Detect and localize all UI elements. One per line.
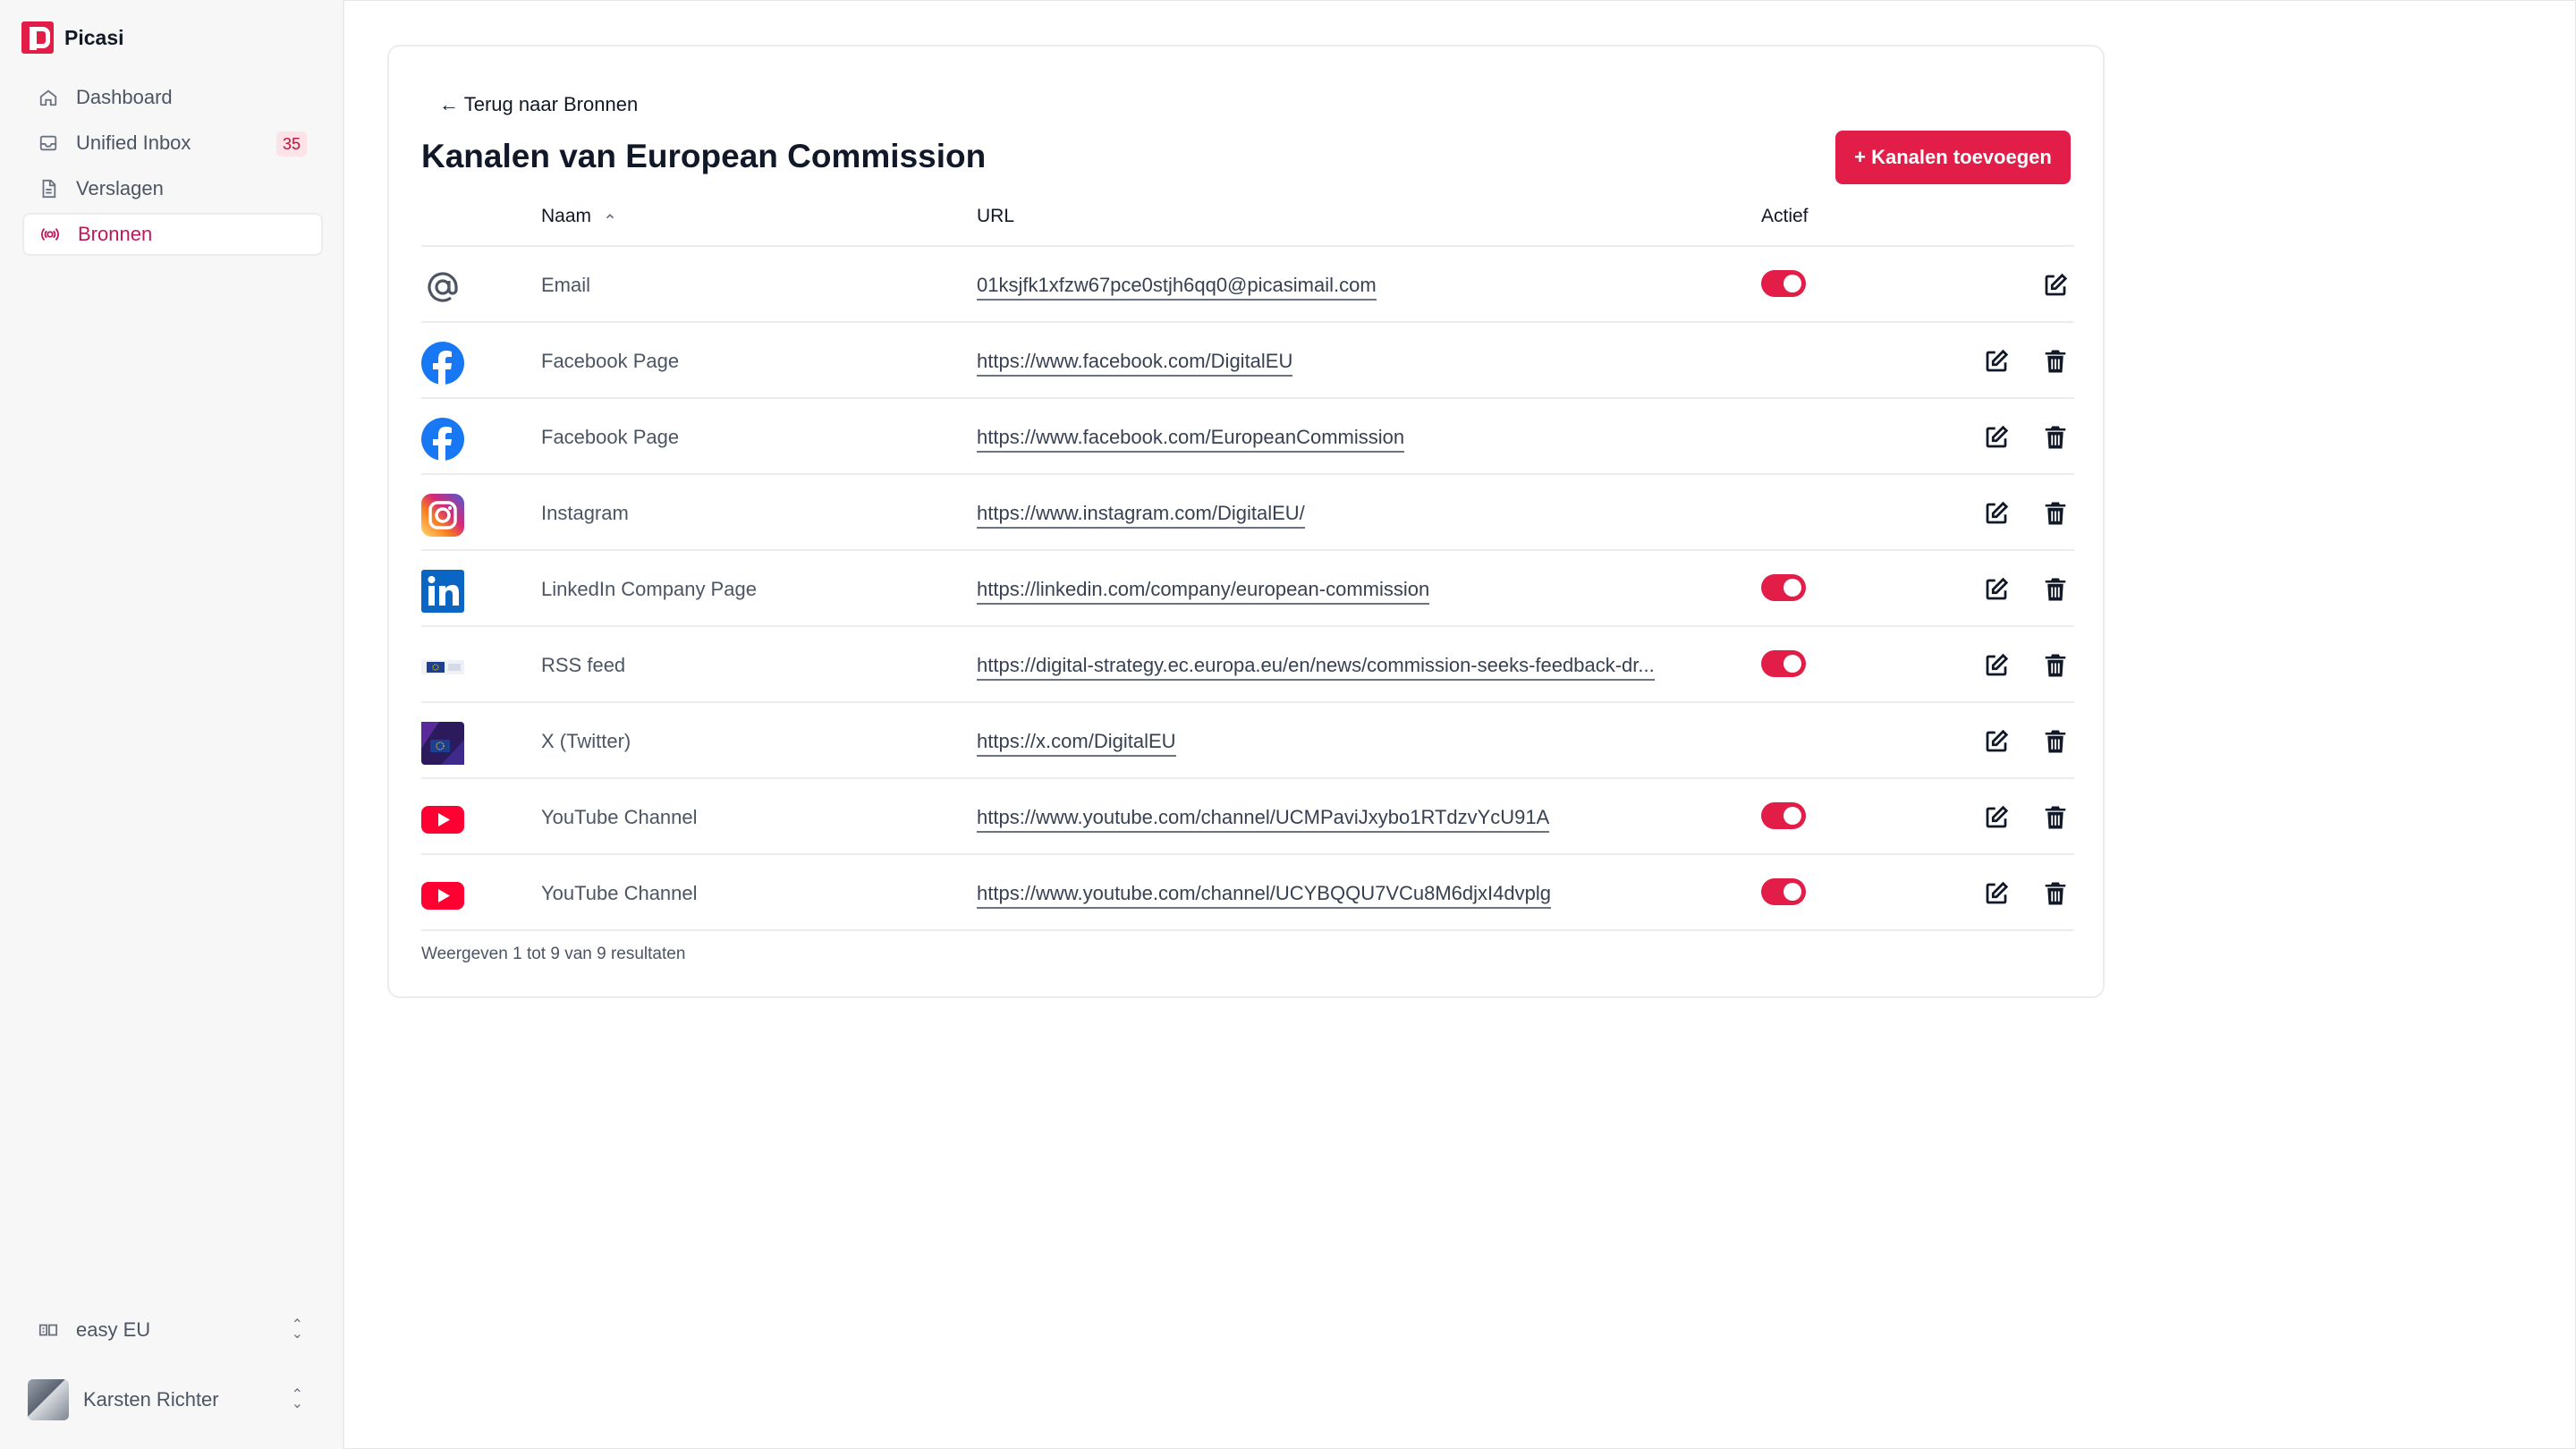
column-header-active: Actief	[1761, 206, 1809, 226]
edit-icon[interactable]	[1983, 652, 2010, 679]
table-row: Facebook Page https://www.facebook.com/D…	[421, 323, 2074, 399]
edit-icon[interactable]	[1983, 880, 2010, 907]
document-icon	[38, 179, 58, 199]
active-toggle[interactable]	[1761, 270, 1806, 297]
edit-icon[interactable]	[1983, 348, 2010, 375]
channel-url[interactable]: https://x.com/DigitalEU	[977, 730, 1176, 757]
table-row: YouTube Channel https://www.youtube.com/…	[421, 855, 2074, 931]
edit-icon[interactable]	[2042, 272, 2069, 299]
table-row: Instagram https://www.instagram.com/Digi…	[421, 475, 2074, 551]
trash-icon[interactable]	[2042, 880, 2069, 907]
trash-icon[interactable]	[2042, 652, 2069, 679]
table-row: Facebook Page https://www.facebook.com/E…	[421, 399, 2074, 475]
edit-icon[interactable]	[1983, 576, 2010, 603]
edit-icon[interactable]	[1983, 804, 2010, 831]
back-link[interactable]: ← Terug naar Bronnen	[439, 93, 638, 116]
channel-name: YouTube Channel	[541, 882, 698, 904]
channel-name: Email	[541, 274, 591, 296]
at-sign-icon	[421, 266, 464, 309]
channel-url[interactable]: https://www.youtube.com/channel/UCYBQQU7…	[977, 882, 1551, 909]
channels-card: ← Terug naar Bronnen Kanalen van Europea…	[387, 45, 2105, 998]
channel-url[interactable]: https://linkedin.com/company/european-co…	[977, 578, 1430, 605]
sidebar-item-verslagen[interactable]: Verslagen	[22, 167, 323, 210]
pagination-summary: Weergeven 1 tot 9 van 9 resultaten	[421, 945, 686, 963]
channel-url[interactable]: 01ksjfk1xfzw67pce0stjh6qq0@picasimail.co…	[977, 274, 1377, 301]
picasi-logo-icon	[21, 21, 54, 54]
active-toggle[interactable]	[1761, 878, 1806, 905]
workspace-icon	[38, 1320, 58, 1340]
sidebar-item-unified-inbox[interactable]: Unified Inbox 35	[22, 122, 323, 165]
table-row: Email 01ksjfk1xfzw67pce0stjh6qq0@picasim…	[421, 247, 2074, 323]
home-icon	[38, 88, 58, 107]
youtube-icon	[421, 874, 464, 917]
sidebar-item-dashboard[interactable]: Dashboard	[22, 76, 323, 119]
sidebar-nav: Dashboard Unified Inbox 35 Verslagen Bro…	[22, 76, 323, 258]
channel-name: X (Twitter)	[541, 730, 631, 752]
channel-name: Instagram	[541, 502, 629, 524]
column-header-label: Naam	[541, 206, 592, 226]
edit-icon[interactable]	[1983, 500, 2010, 527]
brand-name: Picasi	[64, 25, 124, 49]
sidebar: Picasi Dashboard Unified Inbox 35 Versla…	[0, 0, 344, 1449]
table-row: RSS feed https://digital-strategy.ec.eur…	[421, 627, 2074, 703]
channel-name: Facebook Page	[541, 350, 680, 372]
table-row: YouTube Channel https://www.youtube.com/…	[421, 779, 2074, 855]
sidebar-item-label: Bronnen	[78, 223, 153, 245]
instagram-icon	[421, 494, 464, 537]
trash-icon[interactable]	[2042, 424, 2069, 451]
active-toggle[interactable]	[1761, 802, 1806, 829]
channel-name: LinkedIn Company Page	[541, 578, 757, 600]
table-row: X (Twitter) https://x.com/DigitalEU	[421, 703, 2074, 779]
youtube-icon	[421, 798, 464, 841]
sidebar-item-label: Unified Inbox	[76, 131, 191, 154]
sidebar-item-bronnen[interactable]: Bronnen	[22, 213, 323, 256]
trash-icon[interactable]	[2042, 576, 2069, 603]
active-toggle[interactable]	[1761, 650, 1806, 677]
inbox-icon	[38, 133, 58, 153]
workspace-name: easy EU	[76, 1318, 151, 1341]
channel-url[interactable]: https://www.youtube.com/channel/UCMPaviJ…	[977, 806, 1550, 833]
page-title: Kanalen van European Commission	[421, 138, 987, 174]
edit-icon[interactable]	[1983, 728, 2010, 755]
workspace-switcher[interactable]: easy EU ⌃ ⌄	[22, 1306, 323, 1354]
channel-url[interactable]: https://www.instagram.com/DigitalEU/	[977, 502, 1305, 529]
x-avatar-icon	[421, 722, 464, 765]
table-header: Naam URL Actief	[421, 190, 2074, 247]
trash-icon[interactable]	[2042, 500, 2069, 527]
channel-url[interactable]: https://www.facebook.com/DigitalEU	[977, 350, 1293, 377]
eu-flag-icon	[421, 646, 464, 689]
facebook-icon	[421, 342, 464, 385]
column-header-name[interactable]: Naam	[541, 206, 616, 227]
channel-url[interactable]: https://digital-strategy.ec.europa.eu/en…	[977, 654, 1655, 681]
linkedin-icon	[421, 570, 464, 613]
brand[interactable]: Picasi	[21, 21, 124, 54]
sidebar-item-label: Dashboard	[76, 86, 173, 108]
trash-icon[interactable]	[2042, 804, 2069, 831]
active-toggle[interactable]	[1761, 574, 1806, 601]
trash-icon[interactable]	[2042, 728, 2069, 755]
channel-name: Facebook Page	[541, 426, 680, 448]
inbox-count-badge: 35	[276, 131, 307, 157]
channel-name: RSS feed	[541, 654, 626, 676]
sidebar-item-label: Verslagen	[76, 177, 164, 199]
edit-icon[interactable]	[1983, 424, 2010, 451]
channels-table: Naam URL Actief Email 01ksjfk1xfzw67pce0…	[421, 190, 2074, 931]
chevron-up-down-icon: ⌃ ⌄	[291, 1387, 303, 1411]
chevron-up-icon	[606, 214, 614, 219]
sources-icon	[40, 225, 60, 244]
add-channels-button[interactable]: + Kanalen toevoegen	[1835, 131, 2071, 184]
table-row: LinkedIn Company Page https://linkedin.c…	[421, 551, 2074, 627]
channel-url[interactable]: https://www.facebook.com/EuropeanCommiss…	[977, 426, 1405, 453]
column-header-url: URL	[977, 206, 1015, 226]
channel-name: YouTube Channel	[541, 806, 698, 828]
avatar	[28, 1379, 69, 1420]
trash-icon[interactable]	[2042, 348, 2069, 375]
user-name: Karsten Richter	[83, 1388, 219, 1411]
facebook-icon	[421, 418, 464, 461]
user-menu[interactable]: Karsten Richter ⌃ ⌄	[22, 1376, 323, 1424]
chevron-up-down-icon: ⌃ ⌄	[291, 1318, 303, 1342]
